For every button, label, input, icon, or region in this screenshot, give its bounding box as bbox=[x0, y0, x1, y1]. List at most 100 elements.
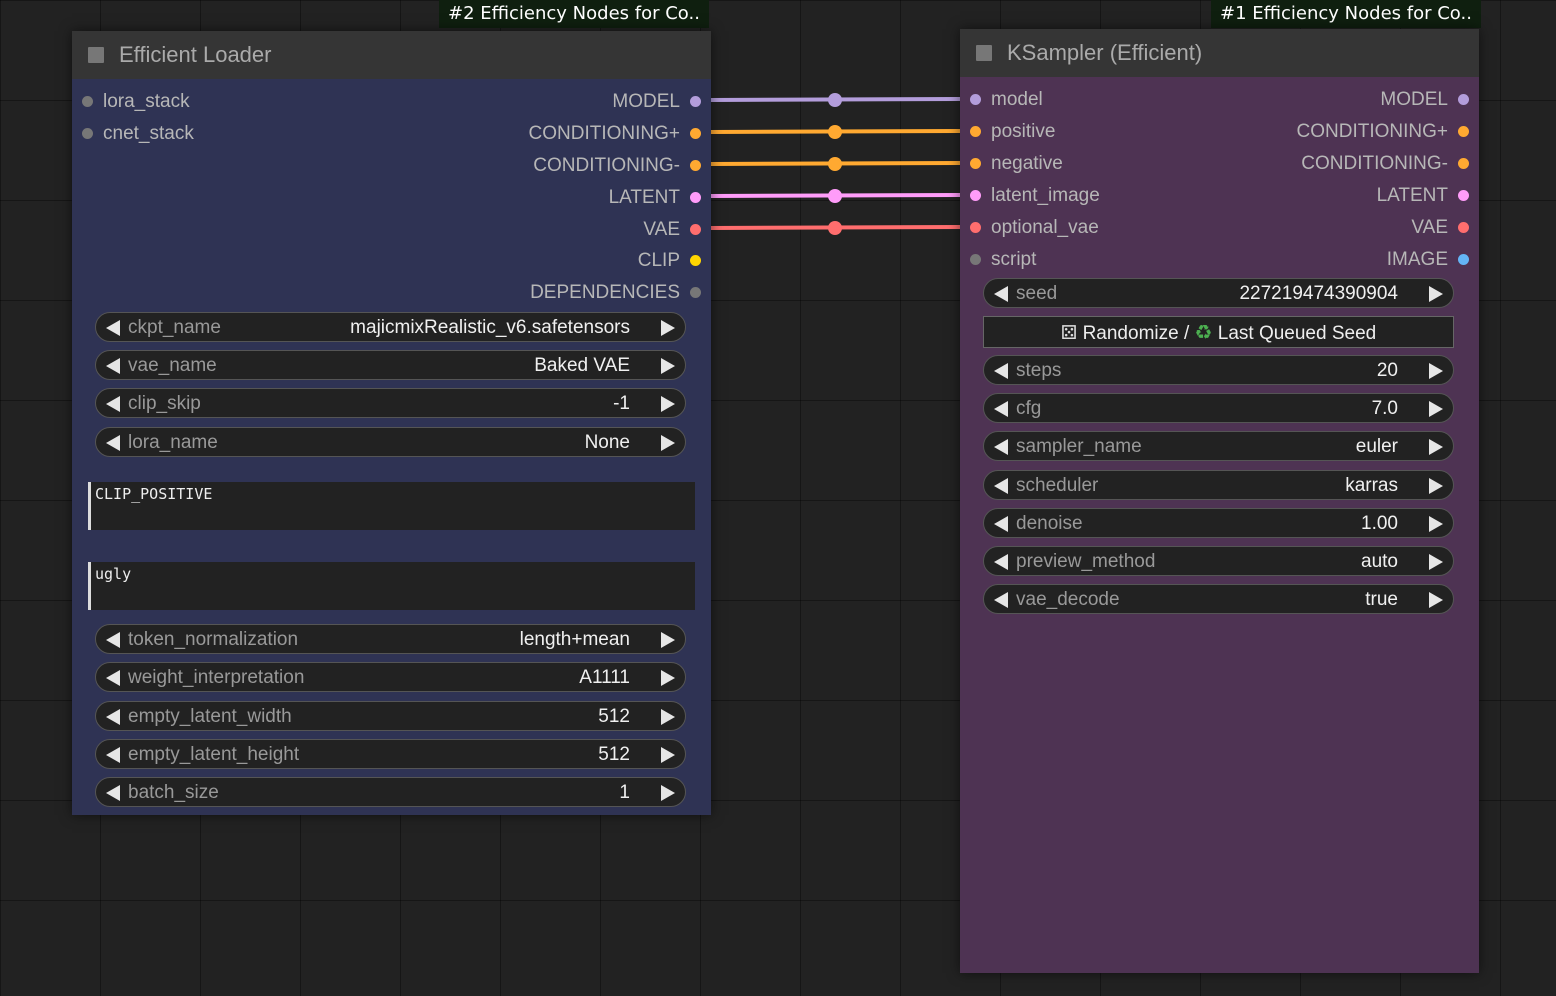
decrement-arrow-icon[interactable] bbox=[994, 478, 1008, 494]
output-dot-icon[interactable] bbox=[690, 160, 701, 171]
increment-arrow-icon[interactable] bbox=[1429, 363, 1443, 379]
increment-arrow-icon[interactable] bbox=[661, 785, 675, 801]
widget-batch-size[interactable]: batch_size 1 bbox=[95, 777, 686, 807]
loader-title-bar[interactable]: Efficient Loader bbox=[72, 31, 711, 79]
widget-name: lora_name bbox=[128, 432, 218, 453]
output-dot-icon[interactable] bbox=[1458, 126, 1469, 137]
widget-empty-latent-width[interactable]: empty_latent_width 512 bbox=[95, 701, 686, 731]
output-dot-icon[interactable] bbox=[690, 96, 701, 107]
output-slot-conditioning-negative[interactable]: CONDITIONING- bbox=[960, 149, 1479, 179]
widget-token-normalization[interactable]: token_normalization length+mean bbox=[95, 624, 686, 654]
output-dot-icon[interactable] bbox=[1458, 158, 1469, 169]
increment-arrow-icon[interactable] bbox=[1429, 554, 1443, 570]
output-slot-vae[interactable]: VAE bbox=[72, 215, 711, 245]
output-slot-model[interactable]: MODEL bbox=[72, 87, 711, 117]
decrement-arrow-icon[interactable] bbox=[106, 709, 120, 725]
output-slot-dependencies[interactable]: DEPENDENCIES bbox=[72, 278, 711, 308]
output-dot-icon[interactable] bbox=[690, 287, 701, 298]
increment-arrow-icon[interactable] bbox=[1429, 478, 1443, 494]
widget-clip-skip[interactable]: clip_skip -1 bbox=[95, 388, 686, 418]
output-slot-image[interactable]: IMAGE bbox=[960, 245, 1479, 275]
widget-name: sampler_name bbox=[1016, 436, 1142, 457]
decrement-arrow-icon[interactable] bbox=[106, 435, 120, 451]
widget-value: majicmixRealistic_v6.safetensors bbox=[350, 317, 630, 338]
link-vae-midpoint bbox=[828, 221, 842, 235]
output-slot-conditioning-negative[interactable]: CONDITIONING- bbox=[72, 151, 711, 181]
decrement-arrow-icon[interactable] bbox=[994, 286, 1008, 302]
decrement-arrow-icon[interactable] bbox=[106, 747, 120, 763]
widget-name: ckpt_name bbox=[128, 317, 221, 338]
sampler-title-bar[interactable]: KSampler (Efficient) bbox=[960, 29, 1479, 77]
decrement-arrow-icon[interactable] bbox=[994, 592, 1008, 608]
positive-prompt-textarea[interactable]: CLIP_POSITIVE bbox=[88, 482, 695, 530]
efficient-loader-node[interactable]: Efficient Loader lora_stack cnet_stack M… bbox=[72, 31, 711, 815]
increment-arrow-icon[interactable] bbox=[661, 358, 675, 374]
increment-arrow-icon[interactable] bbox=[1429, 439, 1443, 455]
output-label: CONDITIONING- bbox=[1301, 153, 1448, 174]
output-slot-latent[interactable]: LATENT bbox=[72, 183, 711, 213]
collapse-toggle-icon[interactable] bbox=[976, 45, 992, 61]
decrement-arrow-icon[interactable] bbox=[994, 363, 1008, 379]
increment-arrow-icon[interactable] bbox=[1429, 516, 1443, 532]
decrement-arrow-icon[interactable] bbox=[994, 401, 1008, 417]
widget-vae-name[interactable]: vae_name Baked VAE bbox=[95, 350, 686, 380]
decrement-arrow-icon[interactable] bbox=[106, 632, 120, 648]
increment-arrow-icon[interactable] bbox=[661, 632, 675, 648]
decrement-arrow-icon[interactable] bbox=[994, 516, 1008, 532]
widget-sampler-name[interactable]: sampler_name euler bbox=[983, 431, 1454, 461]
widget-seed[interactable]: seed 227219474390904 bbox=[983, 278, 1454, 308]
randomize-last-seed-button[interactable]: ⚄ Randomize / ♻ Last Queued Seed bbox=[983, 316, 1454, 348]
increment-arrow-icon[interactable] bbox=[661, 435, 675, 451]
negative-prompt-textarea[interactable]: ugly bbox=[88, 562, 695, 610]
widget-name: steps bbox=[1016, 360, 1062, 381]
widget-preview-method[interactable]: preview_method auto bbox=[983, 546, 1454, 576]
widget-vae-decode[interactable]: vae_decode true bbox=[983, 584, 1454, 614]
widget-weight-interpretation[interactable]: weight_interpretation A1111 bbox=[95, 662, 686, 692]
decrement-arrow-icon[interactable] bbox=[106, 358, 120, 374]
widget-value: 512 bbox=[598, 706, 630, 727]
increment-arrow-icon[interactable] bbox=[1429, 592, 1443, 608]
output-slot-model[interactable]: MODEL bbox=[960, 85, 1479, 115]
decrement-arrow-icon[interactable] bbox=[106, 785, 120, 801]
widget-lora-name[interactable]: lora_name None bbox=[95, 427, 686, 457]
output-dot-icon[interactable] bbox=[690, 192, 701, 203]
decrement-arrow-icon[interactable] bbox=[106, 396, 120, 412]
increment-arrow-icon[interactable] bbox=[661, 747, 675, 763]
output-label: MODEL bbox=[1380, 89, 1448, 110]
output-slot-vae[interactable]: VAE bbox=[960, 213, 1479, 243]
output-slot-conditioning-positive[interactable]: CONDITIONING+ bbox=[960, 117, 1479, 147]
output-dot-icon[interactable] bbox=[690, 255, 701, 266]
widget-denoise[interactable]: denoise 1.00 bbox=[983, 508, 1454, 538]
decrement-arrow-icon[interactable] bbox=[106, 320, 120, 336]
increment-arrow-icon[interactable] bbox=[661, 670, 675, 686]
widget-steps[interactable]: steps 20 bbox=[983, 355, 1454, 385]
widget-name: vae_name bbox=[128, 355, 217, 376]
widget-cfg[interactable]: cfg 7.0 bbox=[983, 393, 1454, 423]
output-slot-conditioning-positive[interactable]: CONDITIONING+ bbox=[72, 119, 711, 149]
decrement-arrow-icon[interactable] bbox=[994, 439, 1008, 455]
widget-name: clip_skip bbox=[128, 393, 201, 414]
increment-arrow-icon[interactable] bbox=[661, 709, 675, 725]
increment-arrow-icon[interactable] bbox=[661, 396, 675, 412]
widget-ckpt-name[interactable]: ckpt_name majicmixRealistic_v6.safetenso… bbox=[95, 312, 686, 342]
output-slot-clip[interactable]: CLIP bbox=[72, 246, 711, 276]
output-dot-icon[interactable] bbox=[1458, 190, 1469, 201]
link-model-midpoint bbox=[828, 93, 842, 107]
output-dot-icon[interactable] bbox=[690, 128, 701, 139]
output-dot-icon[interactable] bbox=[1458, 222, 1469, 233]
increment-arrow-icon[interactable] bbox=[661, 320, 675, 336]
output-dot-icon[interactable] bbox=[1458, 94, 1469, 105]
output-slot-latent[interactable]: LATENT bbox=[960, 181, 1479, 211]
widget-value: 227219474390904 bbox=[1239, 283, 1398, 304]
widget-value: 20 bbox=[1376, 360, 1398, 381]
increment-arrow-icon[interactable] bbox=[1429, 286, 1443, 302]
collapse-toggle-icon[interactable] bbox=[88, 47, 104, 63]
ksampler-efficient-node[interactable]: KSampler (Efficient) model positive nega… bbox=[960, 29, 1479, 973]
widget-scheduler[interactable]: scheduler karras bbox=[983, 470, 1454, 500]
output-dot-icon[interactable] bbox=[1458, 254, 1469, 265]
widget-empty-latent-height[interactable]: empty_latent_height 512 bbox=[95, 739, 686, 769]
increment-arrow-icon[interactable] bbox=[1429, 401, 1443, 417]
decrement-arrow-icon[interactable] bbox=[106, 670, 120, 686]
output-dot-icon[interactable] bbox=[690, 224, 701, 235]
decrement-arrow-icon[interactable] bbox=[994, 554, 1008, 570]
